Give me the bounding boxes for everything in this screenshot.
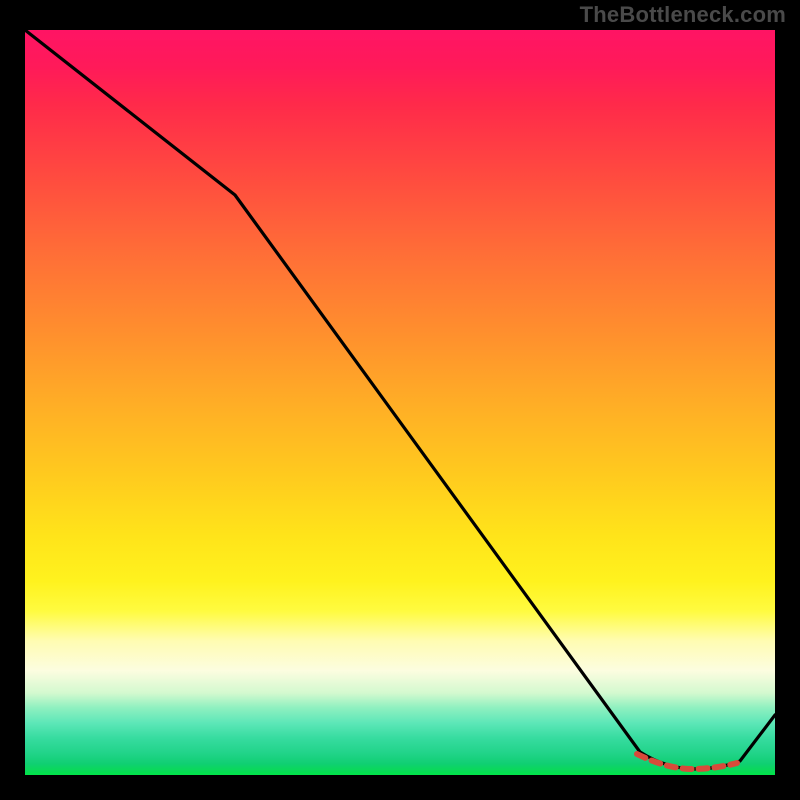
main-curve-path [25, 30, 775, 769]
watermark-text: TheBottleneck.com [580, 2, 786, 28]
curve-overlay [25, 30, 775, 775]
plot-area [25, 30, 775, 775]
chart-container: TheBottleneck.com [0, 0, 800, 800]
optimal-range-path [637, 754, 737, 769]
